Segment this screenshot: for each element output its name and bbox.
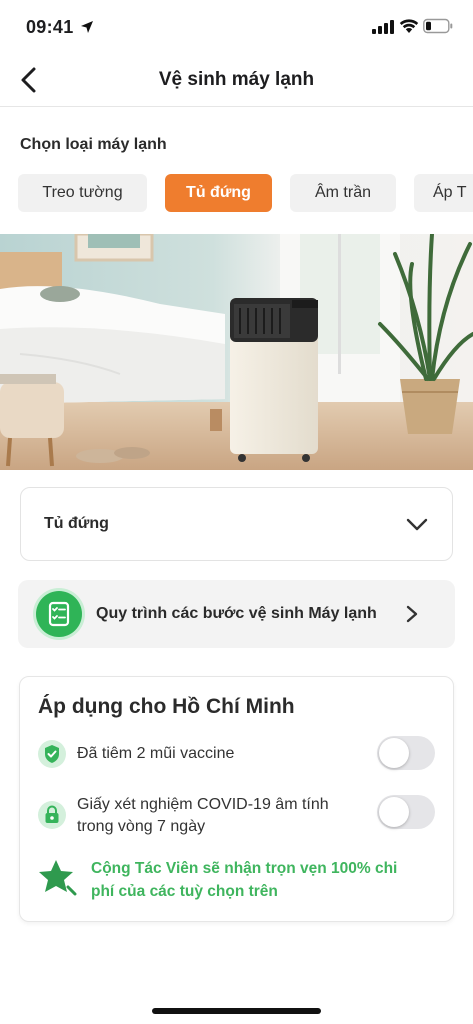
type-chip-list: Treo tường Tủ đứng Âm trần Áp T [18, 174, 473, 214]
home-indicator [152, 1008, 321, 1014]
location-arrow-icon [81, 21, 93, 33]
chevron-down-icon [406, 518, 428, 531]
type-section-label: Chọn loại máy lạnh [20, 136, 167, 153]
option-covid-test-line2: trong vòng 7 ngày [77, 818, 206, 835]
chevron-right-icon [406, 605, 418, 623]
chip-tu-dung[interactable]: Tủ đứng [165, 174, 272, 212]
bonus-note-line1: Cộng Tác Viên sẽ nhận trọn vẹn 100% chi [91, 860, 398, 877]
nav-bar: Vệ sinh máy lạnh [0, 56, 473, 107]
lock-check-icon [38, 801, 66, 829]
shield-check-icon [38, 740, 66, 768]
dropdown-selected-value: Tủ đứng [44, 515, 109, 532]
toggle-knob [379, 797, 409, 827]
chip-ap-tran[interactable]: Áp T [414, 174, 473, 212]
battery-icon [423, 18, 453, 34]
signal-icon [372, 20, 394, 34]
star-icon [39, 860, 77, 896]
hero-image [0, 234, 473, 470]
status-time: 09:41 [26, 17, 74, 37]
status-bar: 09:41 [0, 0, 473, 56]
checklist-icon [36, 591, 82, 637]
chip-treo-tuong[interactable]: Treo tường [18, 174, 147, 212]
option-covid-test-line1: Giấy xét nghiệm COVID-19 âm tính [77, 796, 329, 813]
page-title: Vệ sinh máy lạnh [158, 69, 315, 90]
apply-title: Áp dụng cho Hồ Chí Minh [38, 695, 295, 718]
option-vaccine-label: Đã tiêm 2 mũi vaccine [77, 745, 235, 762]
bonus-note-line2: phí của các tuỳ chọn trên [91, 883, 278, 900]
cleaning-procedure-link[interactable]: Quy trình các bước vệ sinh Máy lạnh [18, 580, 455, 648]
covid-test-toggle[interactable] [377, 795, 435, 829]
bonus-note: Cộng Tác Viên sẽ nhận trọn vẹn 100% chi … [91, 857, 441, 903]
wifi-icon [399, 19, 419, 33]
type-dropdown[interactable]: Tủ đứng [20, 487, 453, 561]
apply-card: Áp dụng cho Hồ Chí Minh Đã tiêm 2 mũi va… [19, 676, 454, 922]
toggle-knob [379, 738, 409, 768]
chip-am-tran[interactable]: Âm trần [290, 174, 396, 212]
option-covid-test-label: Giấy xét nghiệm COVID-19 âm tính trong v… [77, 794, 329, 838]
vaccine-toggle[interactable] [377, 736, 435, 770]
procedure-label: Quy trình các bước vệ sinh Máy lạnh [96, 605, 377, 622]
